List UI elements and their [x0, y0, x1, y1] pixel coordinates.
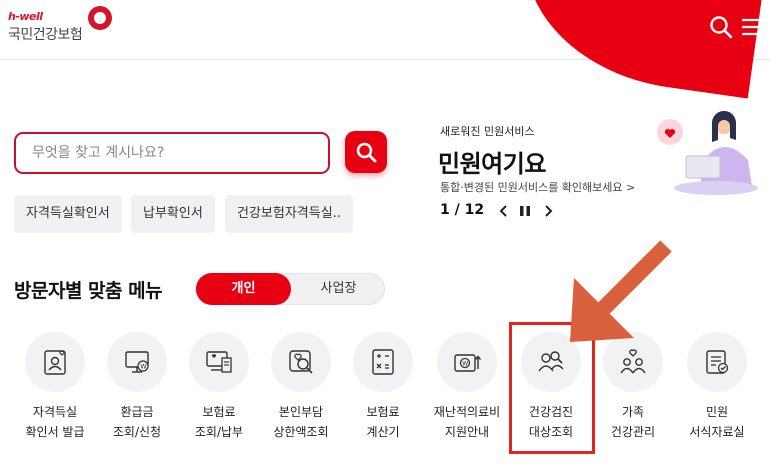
money-support-icon: W — [454, 354, 482, 372]
visitor-type-toggle: 개인 사업장 — [195, 273, 385, 305]
section-title: 방문자별 맞춤 메뉴 — [14, 280, 163, 302]
menu-label: 자격득실 확인서 발급 — [25, 405, 85, 439]
quick-link-qualification[interactable]: 자격득실확인서 — [14, 195, 122, 233]
hamburger-menu-icon[interactable] — [740, 16, 762, 38]
id-card-heart-icon — [44, 350, 66, 375]
search-button[interactable] — [345, 131, 387, 173]
menu-icon-bg — [271, 332, 331, 392]
quick-link-payment[interactable]: 납부확인서 — [131, 195, 215, 233]
menu-item-qualification-certificate[interactable]: 자격득실 확인서 발급 — [14, 330, 96, 450]
notice-tag: 새로워진 민원서비스 — [440, 125, 535, 138]
notice-subtitle-link[interactable]: 통합·변경된 민원서비스를 확인해보세요 > — [440, 179, 635, 195]
svg-text:W: W — [462, 361, 468, 368]
pointer-arrow-icon — [570, 240, 672, 342]
logo-name: 국민건강보험 — [8, 27, 83, 43]
heart-search-icon — [289, 350, 313, 374]
menu-icon-bg — [25, 332, 85, 392]
menu-item-premium-payment[interactable]: 보험료 조회/납부 — [178, 330, 260, 450]
prev-icon[interactable] — [496, 203, 512, 219]
menu-icon-bg: W — [107, 332, 167, 392]
menu-icon-bg — [687, 332, 747, 392]
document-form-icon — [706, 350, 729, 374]
monitor-won-icon: W — [125, 351, 149, 373]
notice-title[interactable]: 민원여기요 — [438, 144, 546, 179]
next-icon[interactable] — [540, 203, 556, 219]
person-laptop-illustration — [657, 110, 758, 195]
logo-brand: h-well — [8, 10, 43, 23]
menu-label: 민원 서식자료실 — [689, 405, 745, 439]
menu-label: 보험료 조회/납부 — [194, 405, 244, 439]
logo-badge-icon — [88, 6, 112, 30]
menu-icon-bg: W — [437, 332, 497, 392]
search-icon — [356, 142, 377, 163]
search-box — [14, 132, 330, 174]
menu-label: 본인부담 상한액조회 — [273, 405, 329, 439]
svg-text:W: W — [140, 363, 147, 371]
menu-icon-bg — [353, 332, 413, 392]
quick-link-insurance-qualification[interactable]: 건강보험자격득실.. — [225, 195, 353, 233]
menu-label: 재난적의료비 지원안내 — [433, 405, 501, 439]
menu-item-catastrophic-medical-support[interactable]: W 재난적의료비 지원안내 — [426, 330, 508, 450]
toggle-personal[interactable]: 개인 — [196, 273, 291, 305]
logo[interactable]: h-well 국민건강보험 — [6, 6, 116, 46]
menu-label: 환급금 조회/신청 — [112, 405, 162, 439]
header-search-icon[interactable] — [708, 14, 734, 40]
calculator-icon — [372, 349, 394, 375]
menu-item-premium-calculator[interactable]: 보험료 계산기 — [342, 330, 424, 450]
computer-receipt-icon — [206, 351, 232, 373]
search-input[interactable] — [16, 134, 328, 172]
menu-item-forms-library[interactable]: 민원 서식자료실 — [676, 330, 758, 450]
menu-icon-bg — [189, 332, 249, 392]
toggle-business[interactable]: 사업장 — [291, 274, 386, 304]
menu-item-copay-limit[interactable]: 본인부담 상한액조회 — [260, 330, 342, 450]
pause-icon[interactable] — [517, 203, 533, 219]
menu-label: 가족 건강관리 — [610, 405, 656, 439]
menu-label: 보험료 계산기 — [366, 405, 400, 439]
menu-item-refund[interactable]: W 환급금 조회/신청 — [96, 330, 178, 450]
notice-pager: 1 / 12 — [440, 202, 485, 218]
